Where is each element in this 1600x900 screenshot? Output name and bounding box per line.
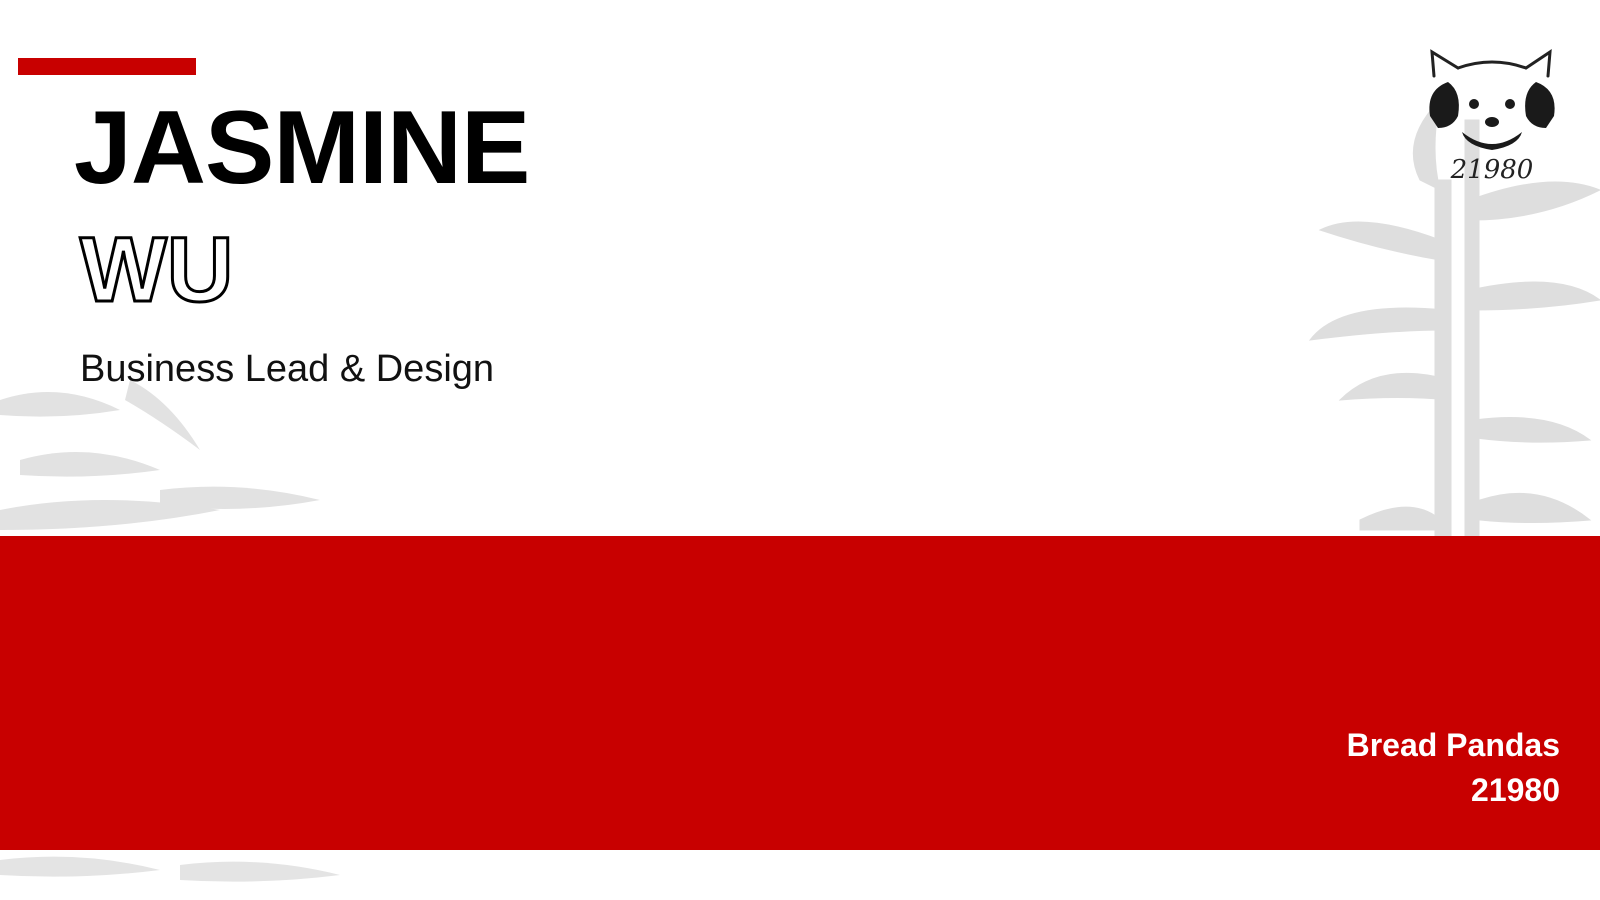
team-number: 21980 — [1471, 772, 1560, 808]
footer-band — [0, 536, 1600, 850]
team-name: Bread Pandas — [1346, 727, 1560, 763]
bamboo-decoration-icon — [0, 856, 340, 882]
red-panda-logo-icon: 21980 — [1429, 49, 1555, 185]
first-name: JASMINE — [74, 90, 530, 206]
logo-caption: 21980 — [1450, 155, 1534, 185]
role-title: Business Lead & Design — [80, 348, 495, 390]
accent-bar — [18, 58, 196, 75]
last-name: WU — [78, 219, 234, 321]
